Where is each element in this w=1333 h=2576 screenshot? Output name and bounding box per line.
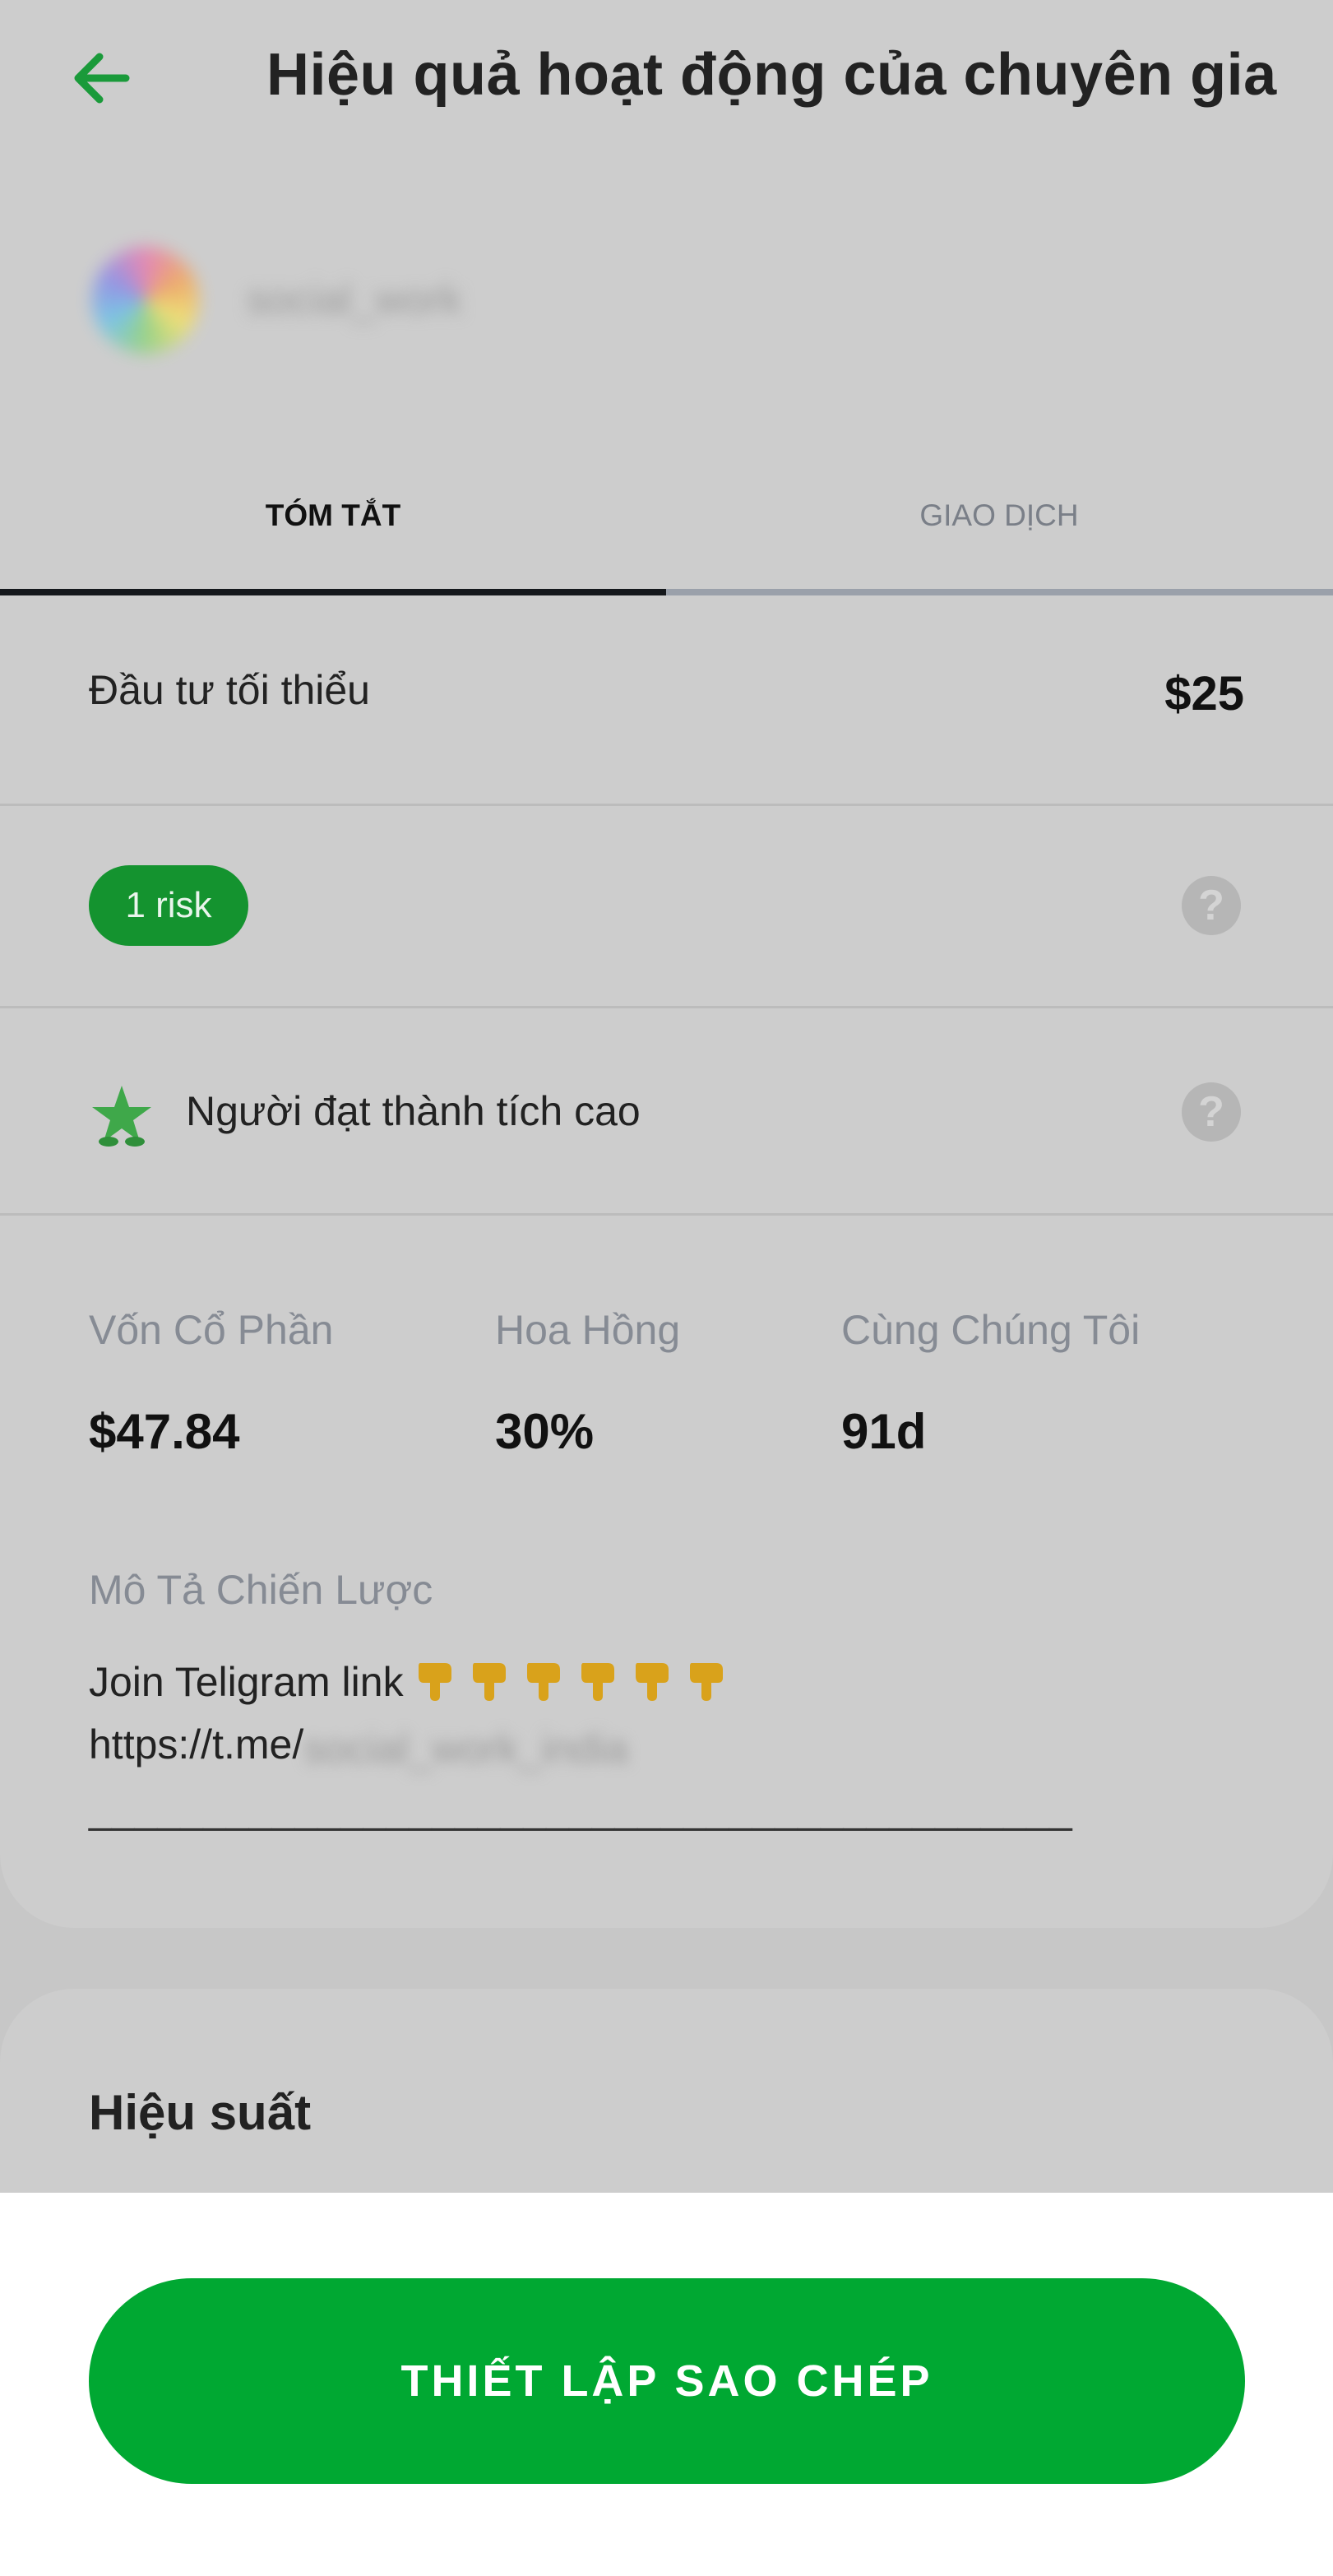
- pointing-down-icon: [472, 1663, 506, 1701]
- expert-name: social_work: [247, 276, 462, 322]
- equity-value: $47.84: [89, 1404, 240, 1459]
- strategy-description-line: Join Teligram link: [89, 1656, 729, 1706]
- min-investment-value: $25: [1164, 667, 1244, 720]
- expert-profile: social_work: [0, 156, 1333, 436]
- strategy-description-label: Mô Tả Chiến Lược: [89, 1567, 433, 1613]
- min-investment-row: Đầu tư tối thiểu $25: [0, 595, 1333, 806]
- link-handle-blurred: social_work_india: [303, 1725, 628, 1771]
- app-header: Hiệu quả hoạt động của chuyên gia: [0, 0, 1333, 156]
- telegram-link[interactable]: https://t.me/social_work_india: [89, 1721, 673, 1771]
- pointing-down-icon: [418, 1663, 451, 1701]
- bottom-action-bar: THIẾT LẬP SAO CHÉP: [0, 2193, 1333, 2576]
- inactive-tab-indicator: [666, 589, 1333, 595]
- avatar: [92, 247, 199, 354]
- summary-card: Đầu tư tối thiểu $25 1 risk ? Người đạt …: [0, 595, 1333, 1928]
- achievement-label: Người đạt thành tích cao: [186, 1088, 641, 1134]
- active-tab-indicator: [0, 589, 666, 595]
- achievement-row: Người đạt thành tích cao ?: [0, 1008, 1333, 1216]
- tenure-value: 91d: [841, 1404, 927, 1459]
- pointing-down-icon: [526, 1663, 560, 1701]
- telegram-text: Join Teligram link: [89, 1659, 404, 1705]
- achievement-help-icon[interactable]: ?: [1182, 1082, 1241, 1142]
- star-achiever-icon: [92, 1086, 151, 1147]
- pointing-down-icon: [635, 1663, 669, 1701]
- risk-row: 1 risk ?: [0, 806, 1333, 1008]
- tenure-label: Cùng Chúng Tôi: [841, 1307, 1141, 1353]
- risk-help-icon[interactable]: ?: [1182, 876, 1241, 935]
- back-button[interactable]: [64, 41, 138, 115]
- performance-title: Hiệu suất: [89, 2085, 312, 2140]
- tab-bar: TÓM TẮT GIAO DỊCH: [0, 436, 1333, 595]
- page-title: Hiệu quả hoạt động của chuyên gia: [266, 42, 1277, 108]
- pointing-down-emojis: [404, 1659, 729, 1705]
- commission-value: 30%: [495, 1404, 595, 1459]
- equity-label: Vốn Cổ Phần: [89, 1307, 334, 1353]
- commission-label: Hoa Hồng: [495, 1307, 681, 1353]
- risk-badge: 1 risk: [89, 865, 248, 946]
- tab-trades[interactable]: GIAO DỊCH: [666, 436, 1332, 595]
- separator-line: ________________________________________…: [89, 1786, 1072, 1832]
- min-investment-label: Đầu tư tối thiểu: [89, 667, 370, 713]
- setup-copy-button[interactable]: THIẾT LẬP SAO CHÉP: [89, 2278, 1245, 2484]
- tab-summary[interactable]: TÓM TẮT: [0, 436, 666, 595]
- pointing-down-icon: [689, 1663, 723, 1701]
- pointing-down-icon: [581, 1663, 614, 1701]
- link-prefix: https://t.me/: [89, 1721, 304, 1768]
- arrow-left-icon: [74, 53, 130, 104]
